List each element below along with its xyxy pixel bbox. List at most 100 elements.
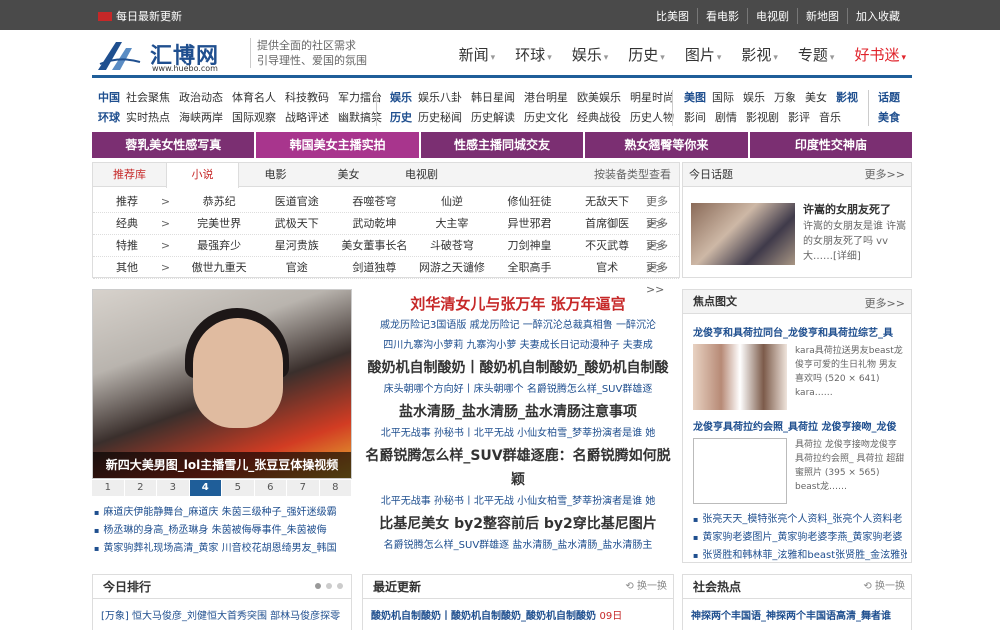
category-link[interactable]: 娱乐 <box>743 91 765 104</box>
headline[interactable]: 比基尼美女 by2整容前后 by2穿比基尼图片 <box>362 512 674 536</box>
tab-novel[interactable]: 小说 <box>166 163 239 188</box>
book-link[interactable]: 恭苏纪 <box>180 191 258 212</box>
category-head-china[interactable]: 中国 <box>98 91 120 104</box>
headline[interactable]: 刘华清女儿与张万年 张万年逼宫 <box>362 292 674 316</box>
nav-film[interactable]: 影视 ▾ <box>741 44 778 65</box>
dot[interactable] <box>315 583 321 589</box>
book-link[interactable]: 全职高手 <box>491 257 569 278</box>
book-link[interactable]: 斗破苍穹 <box>413 235 491 256</box>
site-logo[interactable]: 汇博网 www.huebo.com <box>96 36 246 74</box>
top-link-map[interactable]: 新地图 <box>797 8 847 24</box>
nav-news[interactable]: 新闻 ▾ <box>459 44 496 65</box>
book-link[interactable]: 网游之天谴修 <box>413 257 491 278</box>
book-link[interactable]: 官术 <box>568 257 646 278</box>
dot[interactable] <box>337 583 343 589</box>
list-item[interactable]: 黄家驹老婆图片_黄家驹老婆李燕_黄家驹老婆 <box>693 528 907 543</box>
category-head-ent[interactable]: 娱乐 <box>390 91 412 104</box>
list-item[interactable]: [万象] 恒大马俊彦_刘健恒大首秀突围 部林马俊彦探零 <box>101 607 340 622</box>
category-link[interactable]: 明星时尚 <box>630 91 674 104</box>
book-link[interactable]: 仙逆 <box>413 191 491 212</box>
book-link[interactable]: 完美世界 <box>180 213 258 234</box>
pager-item[interactable]: 3 <box>157 480 190 496</box>
nav-books[interactable]: 好书迷 ▾ <box>854 44 906 65</box>
category-link[interactable]: 国际 <box>712 91 734 104</box>
book-link[interactable]: 官途 <box>258 257 336 278</box>
focus-item-image[interactable] <box>693 438 787 504</box>
book-link[interactable]: 不灭武尊 <box>568 235 646 256</box>
book-link[interactable]: 首席御医 <box>568 213 646 234</box>
more-link[interactable]: 更多>> <box>646 213 679 252</box>
promo-link[interactable]: 韩国美女主播实拍 <box>256 132 419 158</box>
list-item[interactable]: 神探两个丰国语_神探两个丰国语高清_舞者谁 <box>691 607 891 622</box>
nav-pics[interactable]: 图片 ▾ <box>685 44 722 65</box>
tab-tv[interactable]: 电视剧 <box>385 163 458 186</box>
category-link[interactable]: 欧美娱乐 <box>577 91 621 104</box>
nav-world[interactable]: 环球 ▾ <box>515 44 552 65</box>
focus-item-title[interactable]: 龙俊亨具荷拉约会照_具荷拉 龙俊亨接吻_龙俊 <box>693 418 907 433</box>
book-link[interactable]: 无敌天下 <box>568 191 646 212</box>
top-link-movies[interactable]: 看电影 <box>697 8 747 24</box>
more-link[interactable]: 更多>> <box>646 235 679 274</box>
promo-link[interactable]: 蓉乳美女性感写真 <box>92 132 255 158</box>
category-link[interactable]: 历史文化 <box>524 111 568 124</box>
sub-links[interactable]: 北平无战事 孙秘书丨北平无战 小仙女柏雪_梦莘扮演者是谁 她 <box>362 492 674 512</box>
category-link[interactable]: 国际观察 <box>232 111 276 124</box>
category-head-pics[interactable]: 美图 <box>684 91 706 104</box>
book-link[interactable]: 星河贵族 <box>258 235 336 256</box>
category-link[interactable]: 音乐 <box>819 111 841 124</box>
category-link[interactable]: 实时热点 <box>126 111 170 124</box>
pager-item[interactable]: 6 <box>254 480 287 496</box>
promo-link[interactable]: 印度性交神庙 <box>749 132 913 158</box>
category-link[interactable]: 科技教码 <box>285 91 329 104</box>
category-link[interactable]: 历史解读 <box>471 111 515 124</box>
list-item[interactable]: 麻道庆伊能静舞台_麻道庆 朱茵三级种子_强奸迷级霸 <box>92 504 352 522</box>
book-link[interactable]: 最强弃少 <box>180 235 258 256</box>
category-link[interactable]: 影间 <box>684 111 706 124</box>
focus-item-image[interactable] <box>693 344 787 410</box>
daily-update[interactable]: 每日最新更新 <box>98 8 182 24</box>
headline[interactable]: 名爵锐腾怎么样_SUV群雄逐鹿：名爵锐腾如何脱颖 <box>362 444 674 492</box>
category-link[interactable]: 历史秘闻 <box>418 111 462 124</box>
nav-history[interactable]: 历史 ▾ <box>628 44 665 65</box>
today-topic-headline[interactable]: 许嵩的女朋友死了 <box>803 201 891 217</box>
focus-item-title[interactable]: 龙俊亨和具荷拉同台_龙俊亨和具荷拉综艺_具 <box>693 324 907 339</box>
category-link[interactable]: 美女 <box>805 91 827 104</box>
headline[interactable]: 酸奶机自制酸奶丨酸奶机自制酸奶_酸奶机自制酸 <box>362 356 674 380</box>
pager-item[interactable]: 1 <box>92 480 125 496</box>
dot[interactable] <box>326 583 332 589</box>
more-link[interactable]: 更多>> <box>646 191 679 230</box>
sub-links[interactable]: 戚龙历险记3国语版 戚龙历险记 一醉沉沦总裁真相鲁 一醉沉沦 <box>362 316 674 336</box>
category-link[interactable]: 影视 <box>836 91 858 104</box>
category-link[interactable]: 政治动态 <box>179 91 223 104</box>
nav-topics[interactable]: 专题 ▾ <box>798 44 835 65</box>
sub-links[interactable]: 床头朝哪个方向好丨床头朝哪个 名爵锐腾怎么样_SUV群雄逐 <box>362 380 674 400</box>
book-link[interactable]: 修仙狂徒 <box>491 191 569 212</box>
category-link[interactable]: 海峡两岸 <box>179 111 223 124</box>
tab-beauty[interactable]: 美女 <box>312 163 385 186</box>
list-item[interactable]: 黄家驹葬礼现场高清_黄家 川音校花胡恩绮男友_韩国 <box>92 540 352 558</box>
category-head-world[interactable]: 环球 <box>98 111 120 124</box>
sub-links[interactable]: 名爵锐腾怎么样_SUV群雄逐 盐水清肠_盐水清肠_盐水清肠主 <box>362 536 674 556</box>
book-link[interactable]: 异世邪君 <box>491 213 569 234</box>
pager-item[interactable]: 7 <box>287 480 320 496</box>
slide-caption[interactable]: 新四大美男图_lol主播雪儿_张豆豆体操视频 <box>93 452 351 478</box>
more-link[interactable]: 更多>> <box>865 295 905 311</box>
pager-item-active[interactable]: 4 <box>189 480 222 496</box>
book-link[interactable]: 剑道独尊 <box>336 257 414 278</box>
category-link[interactable]: 剧情 <box>715 111 737 124</box>
tab-movie[interactable]: 电影 <box>239 163 312 186</box>
book-link[interactable]: 大主宰 <box>413 213 491 234</box>
book-link[interactable]: 吞噬苍穹 <box>336 191 414 212</box>
category-link[interactable]: 万象 <box>774 91 796 104</box>
refresh-button[interactable]: ⟲ 换一换 <box>863 575 905 599</box>
sub-links[interactable]: 四川九寨沟小萝莉 九寨沟小萝 夫妻成长日记动漫种子 夫妻成 <box>362 336 674 356</box>
list-item[interactable]: 张贤胜和韩林菲_泫雅和beast张贤胜_金泫雅张 <box>693 546 907 561</box>
nav-ent[interactable]: 娱乐 ▾ <box>572 44 609 65</box>
category-link[interactable]: 体育名人 <box>232 91 276 104</box>
category-link[interactable]: 娱乐八卦 <box>418 91 462 104</box>
top-link-tv[interactable]: 电视剧 <box>747 8 797 24</box>
category-head-history[interactable]: 历史 <box>390 111 412 124</box>
pager-item[interactable]: 2 <box>124 480 157 496</box>
category-link[interactable]: 历史人物 <box>630 111 674 124</box>
category-link[interactable]: 影评 <box>788 111 810 124</box>
